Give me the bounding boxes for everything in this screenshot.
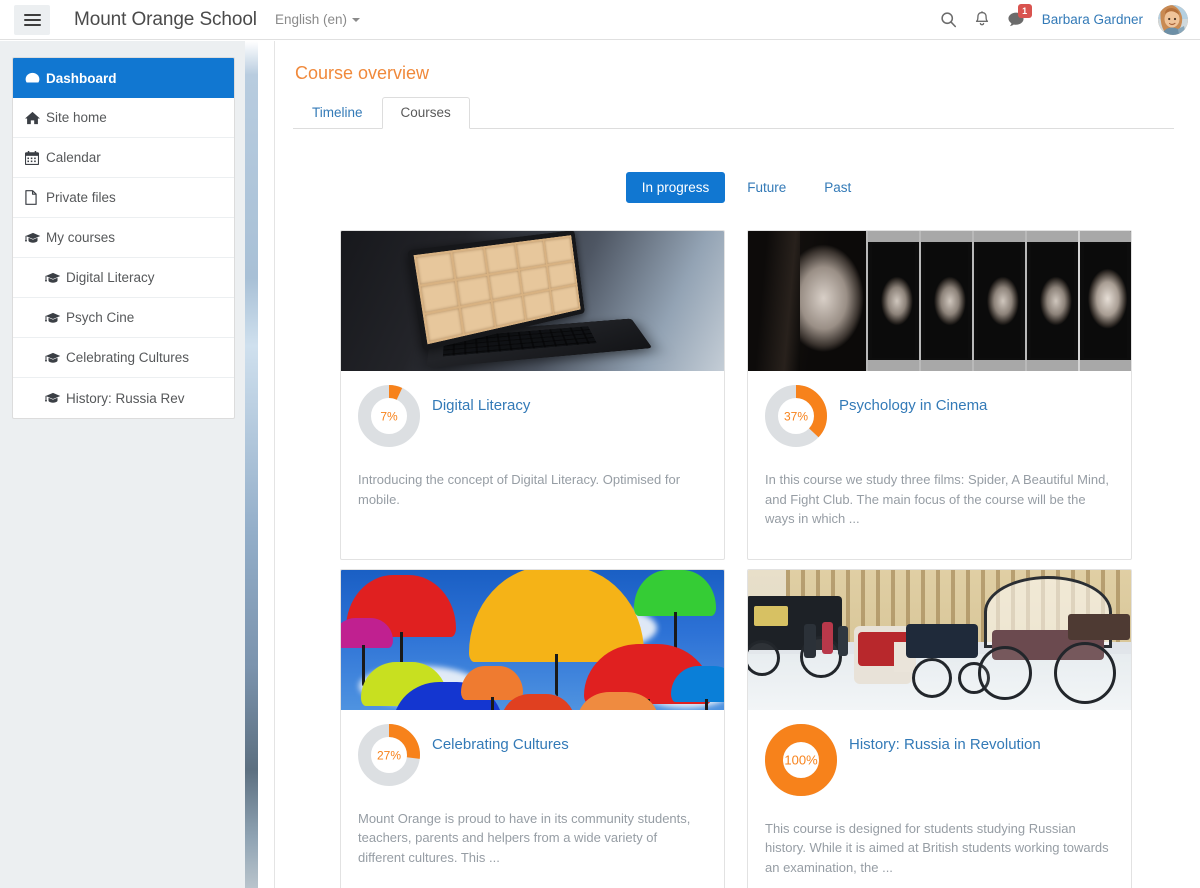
course-title-link[interactable]: Psychology in Cinema: [839, 385, 987, 416]
course-card-body: 7% Digital Literacy Introducing the conc…: [341, 371, 724, 539]
course-summary: Introducing the concept of Digital Liter…: [358, 470, 707, 509]
course-card-grid: 7% Digital Literacy Introducing the conc…: [340, 230, 1200, 888]
sidebar-item-celebrating-cultures[interactable]: Celebrating Cultures: [13, 338, 234, 378]
sidebar-item-my-courses[interactable]: My courses: [13, 218, 234, 258]
sidebar-item-site-home[interactable]: Site home: [13, 98, 234, 138]
sidebar-item-label: Digital Literacy: [66, 270, 155, 285]
course-card[interactable]: 7% Digital Literacy Introducing the conc…: [340, 230, 725, 560]
page-title: Course overview: [295, 63, 1200, 84]
site-brand[interactable]: Mount Orange School: [74, 9, 257, 31]
tab-timeline[interactable]: Timeline: [293, 97, 382, 129]
sidebar-item-private-files[interactable]: Private files: [13, 178, 234, 218]
colorful-umbrellas-image[interactable]: [341, 570, 724, 710]
graduation-cap-icon: [45, 392, 66, 404]
language-menu[interactable]: English (en): [275, 12, 360, 27]
sidebar-item-label: Site home: [46, 110, 107, 125]
drawer-edge: [258, 41, 260, 888]
course-summary: In this course we study three films: Spi…: [765, 470, 1114, 529]
sidebar-item-label: Private files: [46, 190, 116, 205]
course-summary: This course is designed for students stu…: [765, 819, 1114, 878]
sidebar-item-label: Calendar: [46, 150, 101, 165]
svg-text:37%: 37%: [784, 409, 808, 423]
sidebar-item-psych-cine[interactable]: Psych Cine: [13, 298, 234, 338]
course-progress-ring: 7%: [358, 385, 420, 452]
sidebar-item-label: Celebrating Cultures: [66, 350, 189, 365]
graduation-cap-icon: [45, 312, 66, 324]
file-icon: [25, 190, 46, 205]
language-label: English (en): [275, 12, 347, 27]
course-card-body: 37% Psychology in Cinema In this course …: [748, 371, 1131, 559]
graduation-cap-icon: [45, 352, 66, 364]
winter-carriages-image[interactable]: [748, 570, 1131, 710]
nav-drawer: Dashboard Site home Calendar Private files M…: [0, 41, 247, 888]
svg-text:7%: 7%: [380, 409, 398, 423]
course-card-header: 37% Psychology in Cinema: [765, 385, 1114, 452]
sidebar-item-digital-literacy[interactable]: Digital Literacy: [13, 258, 234, 298]
tab-courses[interactable]: Courses: [382, 97, 470, 129]
course-title-link[interactable]: History: Russia in Revolution: [849, 724, 1041, 755]
main-content: Course overview TimelineCourses In progr…: [275, 41, 1200, 888]
course-card-body: 100% History: Russia in Revolution This …: [748, 710, 1131, 888]
sidebar-nav-list: Dashboard Site home Calendar Private files M…: [12, 57, 235, 419]
user-name-link[interactable]: Barbara Gardner: [1042, 12, 1143, 27]
sidebar-item-dashboard[interactable]: Dashboard: [13, 58, 234, 98]
message-badge: 1: [1018, 4, 1032, 18]
course-summary: Mount Orange is proud to have in its com…: [358, 809, 707, 868]
filter-in-progress[interactable]: In progress: [626, 172, 726, 203]
hamburger-bar: [24, 19, 41, 21]
svg-text:100%: 100%: [784, 752, 818, 767]
drawer-scrollbar[interactable]: [245, 41, 258, 888]
bell-icon[interactable]: [974, 11, 990, 29]
svg-text:27%: 27%: [377, 748, 401, 762]
home-icon: [25, 111, 46, 125]
hamburger-bar: [24, 14, 41, 16]
sidebar-item-label: My courses: [46, 230, 115, 245]
avatar[interactable]: [1158, 5, 1188, 35]
filter-future[interactable]: Future: [731, 172, 802, 203]
dashboard-icon: [25, 72, 46, 85]
course-progress-ring: 27%: [358, 724, 420, 791]
sidebar-item-label: Psych Cine: [66, 310, 134, 325]
sidebar-item-label: History: Russia Rev: [66, 391, 185, 406]
course-progress-ring: 100%: [765, 724, 837, 801]
message-icon[interactable]: 1: [1007, 11, 1025, 28]
course-progress-ring: 37%: [765, 385, 827, 452]
course-overview-tabs: TimelineCourses: [293, 98, 1174, 129]
hamburger-icon[interactable]: [14, 5, 50, 35]
hamburger-bar: [24, 24, 41, 26]
course-card-header: 7% Digital Literacy: [358, 385, 707, 452]
search-icon[interactable]: [940, 11, 957, 28]
course-card[interactable]: 100% History: Russia in Revolution This …: [747, 569, 1132, 888]
chevron-down-icon: [352, 18, 360, 22]
graduation-cap-icon: [45, 272, 66, 284]
course-title-link[interactable]: Digital Literacy: [432, 385, 530, 416]
calendar-icon: [25, 151, 46, 165]
course-card[interactable]: 37% Psychology in Cinema In this course …: [747, 230, 1132, 560]
sidebar-item-calendar[interactable]: Calendar: [13, 138, 234, 178]
graduation-cap-icon: [25, 232, 46, 244]
filter-past[interactable]: Past: [808, 172, 867, 203]
course-card[interactable]: 27% Celebrating Cultures Mount Orange is…: [340, 569, 725, 888]
sidebar-item-history-russia-rev[interactable]: History: Russia Rev: [13, 378, 234, 418]
sidebar-item-label: Dashboard: [46, 71, 117, 86]
course-card-header: 100% History: Russia in Revolution: [765, 724, 1114, 801]
course-filter-group: In progressFuturePast: [293, 172, 1200, 203]
course-card-body: 27% Celebrating Cultures Mount Orange is…: [341, 710, 724, 888]
film-strip-faces-image[interactable]: [748, 231, 1131, 371]
top-navbar: Mount Orange School English (en) 1 Barba…: [0, 0, 1200, 40]
navbar-actions: 1 Barbara Gardner: [940, 5, 1200, 35]
laptop-bookshelf-image[interactable]: [341, 231, 724, 371]
course-title-link[interactable]: Celebrating Cultures: [432, 724, 569, 755]
course-card-header: 27% Celebrating Cultures: [358, 724, 707, 791]
